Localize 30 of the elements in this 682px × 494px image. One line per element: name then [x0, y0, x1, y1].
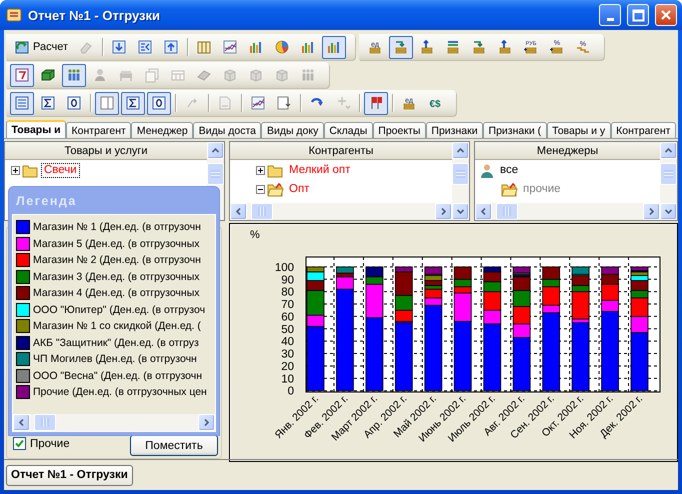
legend-item: Прочие (Ден.ед. (в отгрузочных цен — [33, 386, 207, 398]
legend-item: ЧП Могилев (Ден.ед. (в отгрузочн — [33, 353, 197, 366]
currency-icon: €$ — [427, 95, 443, 111]
tick-label: 0 — [288, 386, 294, 398]
legend-item: Магазин № 1 со скидкой (Ден.ед. ( — [33, 320, 201, 332]
tick-label: 50 — [281, 324, 294, 336]
legend-item: АКБ "Защитник" (Ден.ед. (в отгруз — [33, 336, 199, 349]
panel-header: Контрагенты — [230, 142, 452, 160]
legend-item: Магазин № 2 (Ден.ед. (в отгрузочн — [33, 254, 201, 266]
legend-item: Магазин № 1 (Ден.ед. (в отгрузочн — [33, 221, 201, 234]
axis-label: % — [250, 229, 260, 241]
tick-label: 10 — [281, 373, 294, 386]
tick-label: 20 — [281, 360, 294, 373]
tick-label: 60 — [281, 311, 294, 324]
tick-label: 30 — [281, 348, 294, 361]
legend-item: ООО "Юпитер" (Ден.ед. (в отгрузоч — [33, 304, 206, 316]
tick-label: 100 — [274, 262, 294, 274]
tick-label: 80 — [281, 286, 294, 299]
tick-label: 70 — [281, 299, 294, 312]
tick-label: 90 — [281, 274, 294, 286]
panel-header: Менеджеры — [475, 142, 660, 160]
legend-item: Магазин 3 (Ден.ед. (в отгрузочных — [33, 270, 200, 283]
legend-title: Легенда — [15, 192, 78, 210]
checkbox-label: Прочие — [30, 438, 70, 450]
legend-item: ООО "Весна" (Ден.ед. (в отгрузочн — [33, 370, 202, 382]
legend-item: Магазин 5 (Ден.ед. (в отгрузочных — [33, 238, 200, 250]
legend-item: Магазин 4 (Ден.ед. (в отгрузочных — [33, 287, 200, 300]
tick-label: 40 — [281, 336, 294, 348]
panel-header: Товары и услуги — [5, 142, 207, 160]
window-title: Отчет №1 - Отгрузки — [28, 8, 162, 22]
